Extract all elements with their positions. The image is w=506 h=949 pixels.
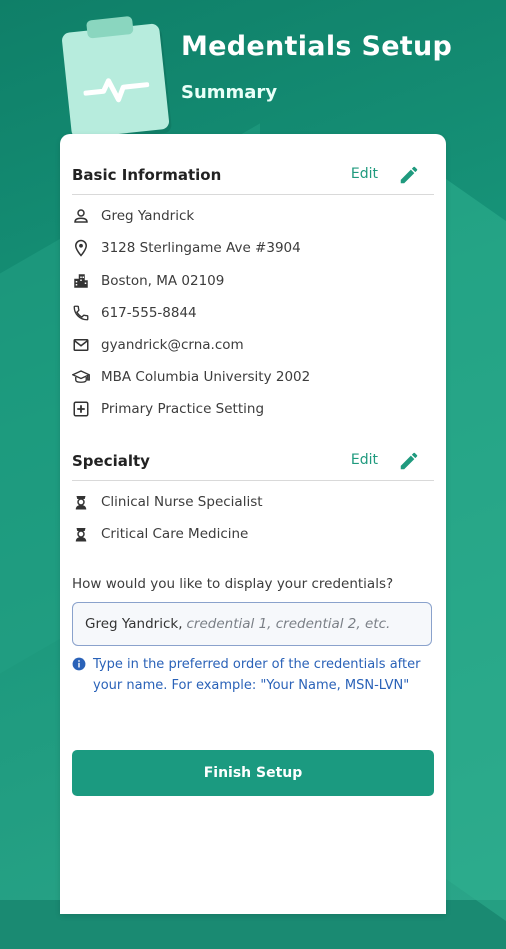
practice-setting-text: Primary Practice Setting: [101, 401, 265, 417]
city-icon: [74, 274, 88, 288]
list-item: Clinical Nurse Specialist: [72, 488, 432, 516]
pencil-icon[interactable]: [398, 450, 420, 472]
nurse-icon: [75, 496, 87, 510]
list-item: Critical Care Medicine: [72, 520, 432, 548]
specialty-text: Clinical Nurse Specialist: [101, 494, 263, 510]
summary-card: Basic Information Edit Greg Yandrick 312…: [60, 134, 446, 914]
list-item: 3128 Sterlingame Ave #3904: [72, 234, 432, 262]
input-placeholder: credential 1, credential 2, etc.: [186, 616, 391, 632]
edit-basic-info-link[interactable]: Edit: [351, 166, 378, 182]
location-pin-icon: [74, 239, 88, 257]
list-item: Primary Practice Setting: [72, 395, 432, 423]
address-text: 3128 Sterlingame Ave #3904: [101, 240, 301, 256]
credentials-question: How would you like to display your crede…: [72, 576, 394, 592]
nurse-icon: [75, 528, 87, 542]
phone-text: 617-555-8844: [101, 305, 197, 321]
edit-specialty-link[interactable]: Edit: [351, 452, 378, 468]
header: Medentials Setup Summary: [0, 0, 506, 140]
graduation-cap-icon: [72, 370, 90, 383]
mail-icon: [73, 339, 89, 351]
email-text: gyandrick@crna.com: [101, 337, 244, 353]
list-item: gyandrick@crna.com: [72, 331, 432, 359]
list-item: 617-555-8844: [72, 299, 432, 327]
credentials-input[interactable]: Greg Yandrick, credential 1, credential …: [72, 602, 432, 646]
page-subtitle: Summary: [181, 82, 278, 103]
hint-text: Type in the preferred order of the crede…: [93, 657, 421, 693]
finish-setup-button[interactable]: Finish Setup: [72, 750, 434, 796]
page-title: Medentials Setup: [181, 31, 453, 62]
section-title: Basic Information: [72, 166, 222, 184]
list-item: Boston, MA 02109: [72, 267, 432, 295]
credentials-hint: Type in the preferred order of the crede…: [72, 654, 434, 696]
list-item: Greg Yandrick: [72, 202, 432, 230]
clipboard-icon: [60, 13, 170, 139]
specialty-text: Critical Care Medicine: [101, 526, 249, 542]
basic-info-header: Basic Information Edit: [72, 154, 434, 195]
person-icon: [74, 209, 88, 223]
pencil-icon[interactable]: [398, 164, 420, 186]
phone-icon: [73, 305, 89, 321]
education-text: MBA Columbia University 2002: [101, 369, 311, 385]
list-item: MBA Columbia University 2002: [72, 363, 432, 391]
city-text: Boston, MA 02109: [101, 273, 225, 289]
input-name-prefix: Greg Yandrick,: [85, 616, 183, 632]
medical-plus-icon: [73, 401, 89, 417]
name-text: Greg Yandrick: [101, 208, 195, 224]
specialty-header: Specialty Edit: [72, 440, 434, 481]
section-title: Specialty: [72, 452, 150, 470]
info-icon: [72, 657, 86, 671]
